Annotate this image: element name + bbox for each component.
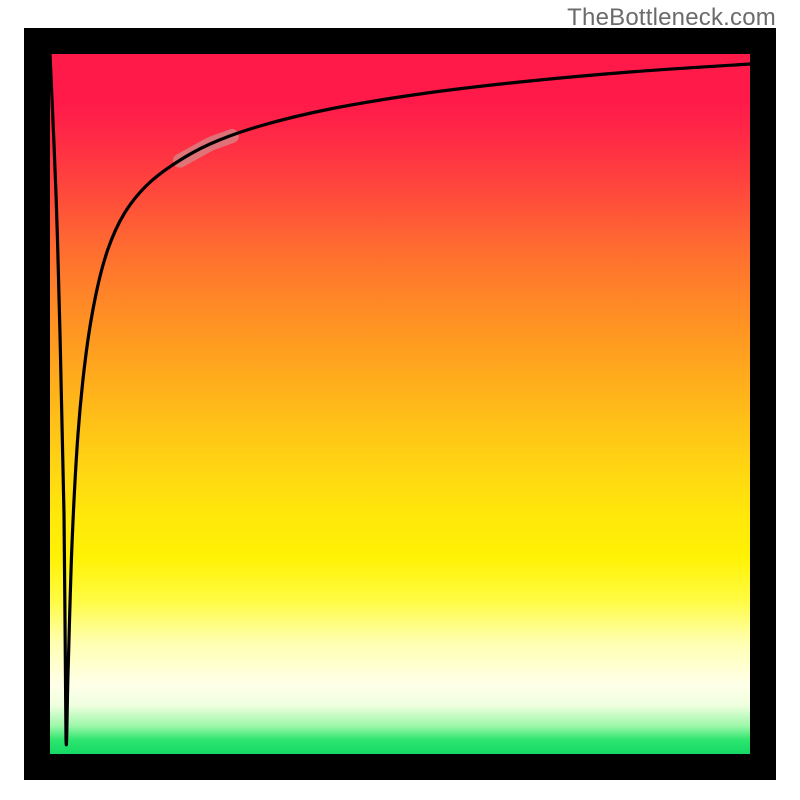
chart-stage: TheBottleneck.com: [0, 0, 800, 800]
chart-plot-area: [50, 54, 750, 754]
bottleneck-curve-path: [50, 54, 750, 745]
chart-curve-svg: [50, 54, 750, 754]
chart-outer-frame: [24, 28, 776, 780]
